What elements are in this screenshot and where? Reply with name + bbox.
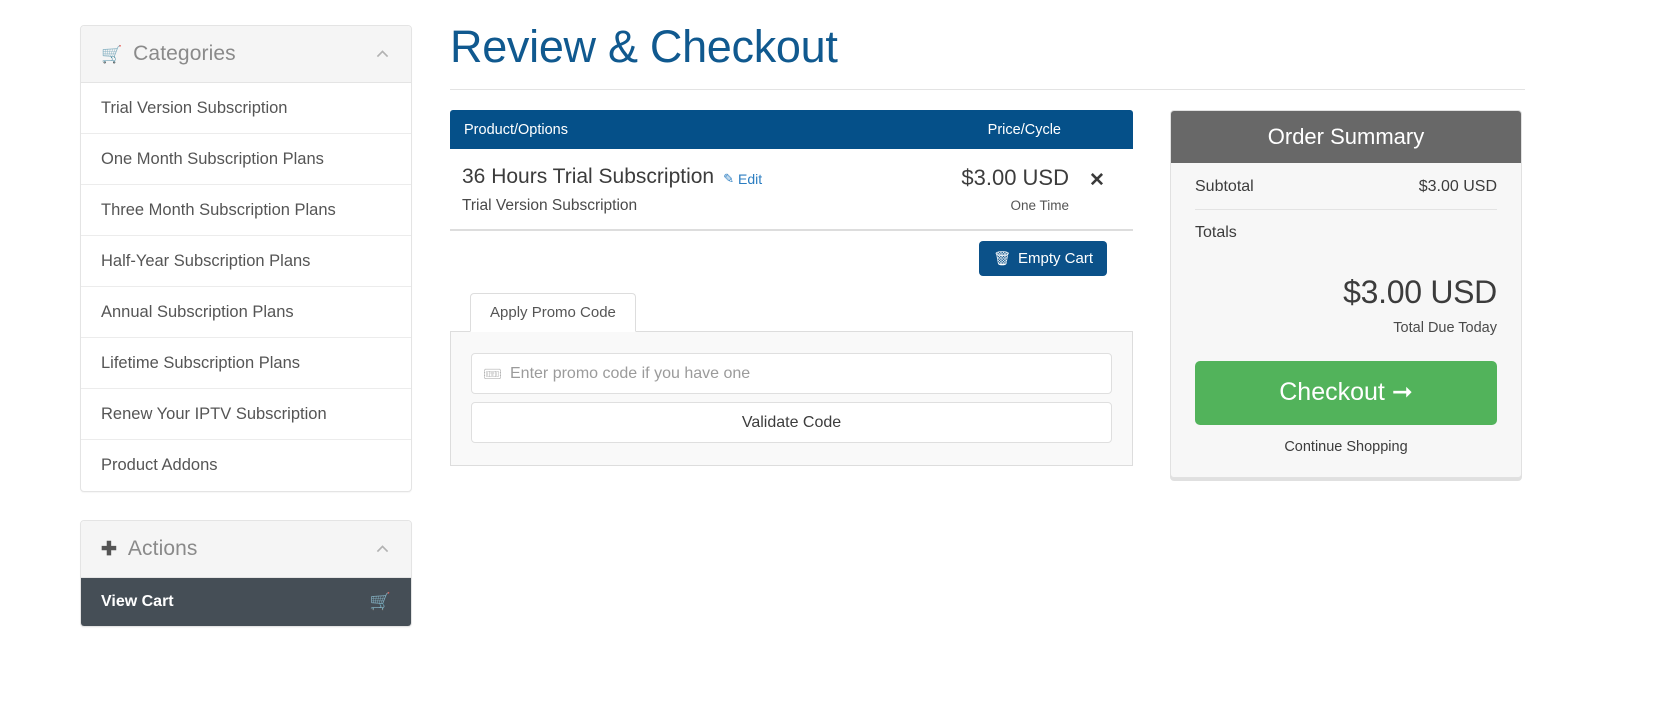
sidebar-item-label: Annual Subscription Plans xyxy=(101,302,294,321)
sidebar-item-half-year-subscription-plans[interactable]: Half-Year Subscription Plans xyxy=(81,236,411,287)
price-cell: $3.00 USD One Time xyxy=(895,165,1075,213)
checkout-button[interactable]: Checkout ➞ xyxy=(1195,361,1497,425)
product-name-wrap: 36 Hours Trial Subscription ✎ Edit xyxy=(462,165,895,189)
actions-panel-title: Actions xyxy=(127,537,198,560)
title-divider xyxy=(450,89,1525,90)
sidebar-item-renew-your-iptv-subscription[interactable]: Renew Your IPTV Subscription xyxy=(81,389,411,440)
order-summary-title: Order Summary xyxy=(1171,111,1521,163)
continue-shopping-link[interactable]: Continue Shopping xyxy=(1195,439,1497,455)
order-summary-body: Subtotal $3.00 USD Totals $3.00 USD Tota… xyxy=(1171,163,1521,477)
subtotal-label: Subtotal xyxy=(1195,178,1254,195)
plus-icon: ✚ xyxy=(101,538,117,560)
sidebar-item-label: One Month Subscription Plans xyxy=(101,149,324,168)
arrow-right-icon: ➞ xyxy=(1391,378,1413,406)
sidebar: 🛒 Categories Trial Version Subscription … xyxy=(80,25,412,627)
validate-code-button[interactable]: Validate Code xyxy=(471,402,1112,443)
subtotal-value: $3.00 USD xyxy=(1418,178,1497,195)
cart-table-header: Product/Options Price/Cycle xyxy=(450,110,1133,149)
shopping-cart-icon: 🛒 xyxy=(101,44,123,64)
categories-list: Trial Version Subscription One Month Sub… xyxy=(81,83,411,491)
promo-code-section: Apply Promo Code 🎟 Validate Code xyxy=(450,290,1133,466)
sidebar-item-one-month-subscription-plans[interactable]: One Month Subscription Plans xyxy=(81,134,411,185)
shopping-cart-icon: 🛒 xyxy=(369,592,391,611)
product-price: $3.00 USD xyxy=(961,165,1069,190)
column-header-price: Price/Cycle xyxy=(987,121,1061,138)
cart-table: Product/Options Price/Cycle 36 Hours Tri… xyxy=(450,110,1133,231)
sidebar-item-product-addons[interactable]: Product Addons xyxy=(81,440,411,491)
categories-panel-header[interactable]: 🛒 Categories xyxy=(81,26,411,83)
sidebar-item-lifetime-subscription-plans[interactable]: Lifetime Subscription Plans xyxy=(81,338,411,389)
empty-cart-row: 🗑 Empty Cart xyxy=(450,231,1133,276)
product-cycle: One Time xyxy=(1010,198,1069,213)
product-name: 36 Hours Trial Subscription xyxy=(462,165,715,188)
sidebar-item-label: Trial Version Subscription xyxy=(101,98,288,117)
totals-row: Totals xyxy=(1195,210,1497,242)
product-description: Trial Version Subscription xyxy=(462,197,638,214)
total-caption: Total Due Today xyxy=(1393,320,1497,336)
categories-panel: 🛒 Categories Trial Version Subscription … xyxy=(80,25,412,492)
sidebar-item-annual-subscription-plans[interactable]: Annual Subscription Plans xyxy=(81,287,411,338)
edit-product-link[interactable]: ✎ Edit xyxy=(723,171,762,187)
totals-label: Totals xyxy=(1195,224,1237,241)
close-icon[interactable]: ✕ xyxy=(1089,170,1105,191)
checkout-page: 🛒 Categories Trial Version Subscription … xyxy=(0,0,1675,723)
chevron-up-icon[interactable] xyxy=(374,46,391,63)
main-content: Review & Checkout xyxy=(450,22,1133,88)
edit-link-label: Edit xyxy=(738,171,763,187)
promo-code-input[interactable] xyxy=(471,353,1112,394)
promo-panel-body: 🎟 Validate Code xyxy=(450,332,1133,466)
pencil-icon: ✎ xyxy=(723,171,735,186)
sidebar-item-trial-version-subscription[interactable]: Trial Version Subscription xyxy=(81,83,411,134)
checkout-label: Checkout xyxy=(1279,378,1385,406)
tab-apply-promo-code[interactable]: Apply Promo Code xyxy=(470,293,636,332)
product-cell: 36 Hours Trial Subscription ✎ Edit Trial… xyxy=(462,165,895,215)
sidebar-item-label: Lifetime Subscription Plans xyxy=(101,353,301,372)
sidebar-item-three-month-subscription-plans[interactable]: Three Month Subscription Plans xyxy=(81,185,411,236)
cart-section: Product/Options Price/Cycle 36 Hours Tri… xyxy=(450,110,1133,466)
actions-panel: ✚ Actions View Cart 🛒 xyxy=(80,520,412,627)
remove-cell: ✕ xyxy=(1075,165,1119,191)
actions-panel-header[interactable]: ✚ Actions xyxy=(81,521,411,578)
promo-tab-strip: Apply Promo Code xyxy=(450,290,1133,332)
promo-input-wrap: 🎟 xyxy=(471,353,1112,394)
table-row: 36 Hours Trial Subscription ✎ Edit Trial… xyxy=(450,149,1133,231)
sidebar-item-label: Renew Your IPTV Subscription xyxy=(101,404,327,423)
sidebar-item-label: Product Addons xyxy=(101,456,218,474)
sidebar-item-label: Three Month Subscription Plans xyxy=(101,200,336,219)
sidebar-item-view-cart[interactable]: View Cart 🛒 xyxy=(81,578,411,626)
empty-cart-label: Empty Cart xyxy=(1017,250,1093,267)
empty-cart-button[interactable]: 🗑 Empty Cart xyxy=(979,241,1107,276)
total-amount: $3.00 USD xyxy=(1343,274,1497,310)
order-summary-panel: Order Summary Subtotal $3.00 USD Totals … xyxy=(1170,110,1522,478)
trash-icon: 🗑 xyxy=(993,250,1011,266)
tab-label: Apply Promo Code xyxy=(490,304,616,321)
chevron-up-icon[interactable] xyxy=(374,541,391,558)
subtotal-row: Subtotal $3.00 USD xyxy=(1195,163,1497,210)
column-header-product: Product/Options xyxy=(464,121,568,138)
page-title: Review & Checkout xyxy=(450,21,838,72)
categories-panel-title: Categories xyxy=(133,42,236,65)
sidebar-item-label: Half-Year Subscription Plans xyxy=(101,251,311,270)
view-cart-label: View Cart xyxy=(101,593,174,610)
